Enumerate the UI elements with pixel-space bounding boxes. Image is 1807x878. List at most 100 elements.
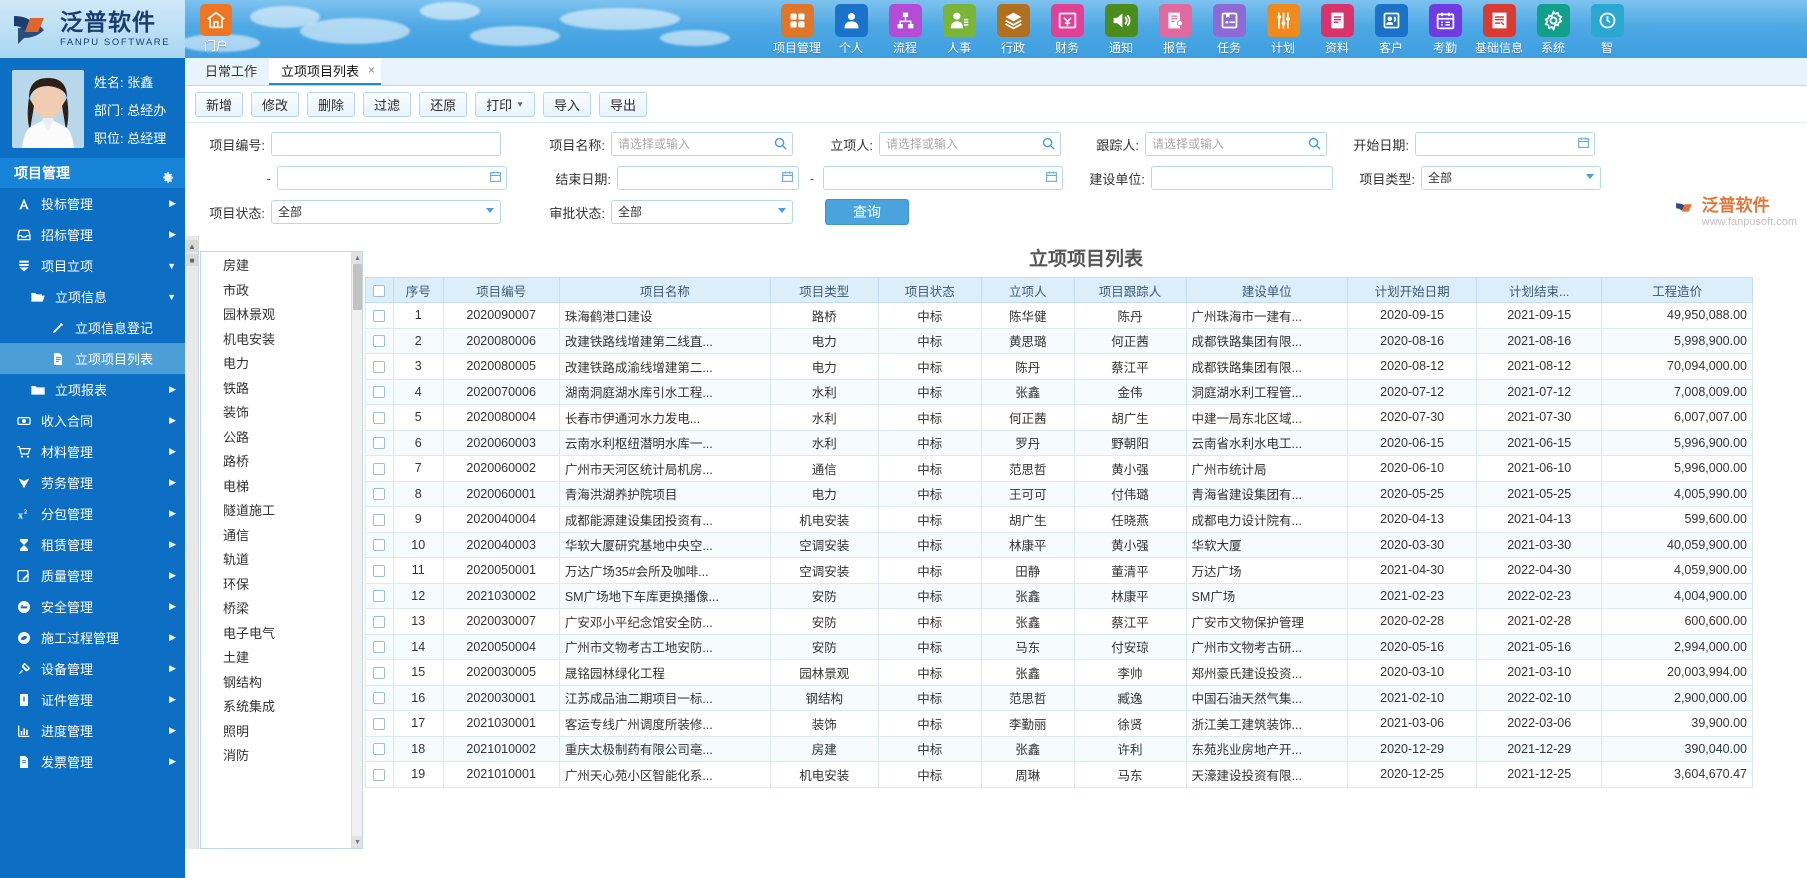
- build-unit-input[interactable]: [1151, 166, 1333, 190]
- filter-button[interactable]: 过滤: [363, 91, 412, 117]
- nav-item-个人[interactable]: 个人: [824, 2, 878, 56]
- tree-item-房建[interactable]: 房建: [201, 254, 362, 279]
- row-checkbox-cell[interactable]: [365, 710, 394, 737]
- nav-item-报告[interactable]: 报告: [1148, 2, 1202, 56]
- table-row[interactable]: 10 2020040003 华软大厦研究基地中央空... 空调安装 中标 林康平 黄小强 华软…: [365, 531, 1753, 558]
- row-checkbox[interactable]: [373, 437, 386, 450]
- cell-立项人[interactable]: 王可可: [980, 480, 1075, 507]
- cell-项目编号[interactable]: 2021030002: [442, 582, 560, 609]
- nav-item-客户[interactable]: 客户: [1364, 2, 1418, 56]
- sidebar-item-施工过程管理[interactable]: 施工过程管理 ▶: [0, 622, 185, 653]
- table-row[interactable]: 6 2020060003 云南水利枢纽潜明水库一... 水利 中标 罗丹 野朝阳 云南省水利水…: [365, 429, 1753, 456]
- cell-项目编号[interactable]: 2021010002: [442, 735, 560, 762]
- cell-立项人[interactable]: 田静: [980, 557, 1075, 584]
- cell-立项人[interactable]: 何正茜: [980, 404, 1075, 431]
- row-checkbox-cell[interactable]: [365, 404, 394, 431]
- avatar[interactable]: [12, 70, 84, 148]
- cell-项目跟踪人[interactable]: 蔡江平: [1073, 353, 1187, 380]
- column-header-项目类型[interactable]: 项目类型: [769, 277, 879, 303]
- tree-item-电力[interactable]: 电力: [201, 352, 362, 377]
- sidebar-item-证件管理[interactable]: 证件管理 ▶: [0, 684, 185, 715]
- row-checkbox-cell[interactable]: [365, 761, 394, 788]
- cell-项目跟踪人[interactable]: 野朝阳: [1073, 429, 1187, 456]
- column-header-计划结束...[interactable]: 计划结束...: [1476, 277, 1603, 303]
- table-row[interactable]: 19 2021010001 广州天心苑小区智能化系... 机电安装 中标 周琳 马东 天濠建设…: [365, 761, 1753, 788]
- end-date-input[interactable]: [617, 166, 799, 190]
- project-status-select[interactable]: 全部: [271, 200, 501, 224]
- nav-item-人事[interactable]: 人事: [932, 2, 986, 56]
- cell-项目名称[interactable]: 成都能源建设集团投资有...: [558, 506, 771, 533]
- cell-项目名称[interactable]: 晟铭园林绿化工程: [558, 659, 771, 686]
- cell-项目编号[interactable]: 2020030005: [442, 659, 560, 686]
- tree-item-土建[interactable]: 土建: [201, 646, 362, 671]
- table-row[interactable]: 16 2020030001 江苏成品油二期项目一标... 钢结构 中标 范思哲 臧逸 中国石油…: [365, 684, 1753, 711]
- cell-项目名称[interactable]: 重庆太极制药有限公司亳...: [558, 735, 771, 762]
- nav-item-基础信息[interactable]: 基础信息: [1472, 2, 1526, 56]
- column-header-项目跟踪人[interactable]: 项目跟踪人: [1073, 277, 1187, 303]
- sidebar-item-立项项目列表[interactable]: 立项项目列表: [0, 343, 185, 374]
- sidebar-item-劳务管理[interactable]: 劳务管理 ▶: [0, 467, 185, 498]
- tree-item-轨道[interactable]: 轨道: [201, 548, 362, 573]
- nav-item-考勤[interactable]: 考勤: [1418, 2, 1472, 56]
- cell-项目编号[interactable]: 2020040003: [442, 531, 560, 558]
- project-name-input[interactable]: [611, 132, 793, 156]
- row-checkbox[interactable]: [373, 488, 386, 501]
- row-checkbox-cell[interactable]: [365, 531, 394, 558]
- sidebar-item-进度管理[interactable]: 进度管理 ▶: [0, 715, 185, 746]
- cell-项目名称[interactable]: 华软大厦研究基地中央空...: [558, 531, 771, 558]
- cell-项目编号[interactable]: 2020060003: [442, 429, 560, 456]
- tracker-input[interactable]: [1145, 132, 1327, 156]
- cell-项目编号[interactable]: 2020030001: [442, 684, 560, 711]
- cell-立项人[interactable]: 张鑫: [980, 582, 1075, 609]
- cell-项目名称[interactable]: 广州天心苑小区智能化系...: [558, 761, 771, 788]
- cell-项目编号[interactable]: 2020040004: [442, 506, 560, 533]
- proposer-input[interactable]: [879, 132, 1061, 156]
- row-checkbox[interactable]: [373, 411, 386, 424]
- row-checkbox[interactable]: [373, 717, 386, 730]
- gutter-collapse-up[interactable]: ▲: [186, 240, 198, 252]
- tab-日常工作[interactable]: 日常工作: [193, 58, 269, 85]
- cell-立项人[interactable]: 张鑫: [980, 659, 1075, 686]
- cell-项目名称[interactable]: 珠海鹤港口建设: [558, 302, 771, 329]
- table-row[interactable]: 13 2020030007 广安邓小平纪念馆安全防... 安防 中标 张鑫 蔡江平 广安市文物…: [365, 608, 1753, 635]
- cell-项目跟踪人[interactable]: 董清平: [1073, 557, 1187, 584]
- column-header-工程造价[interactable]: 工程造价: [1601, 277, 1753, 303]
- column-header-项目编号[interactable]: 项目编号: [442, 277, 560, 303]
- cell-项目编号[interactable]: 2020060002: [442, 455, 560, 482]
- cell-项目编号[interactable]: 2021010001: [442, 761, 560, 788]
- cell-项目编号[interactable]: 2020090007: [442, 302, 560, 329]
- cell-立项人[interactable]: 张鑫: [980, 735, 1075, 762]
- select-all-header[interactable]: [365, 277, 394, 303]
- tree-item-隧道施工[interactable]: 隧道施工: [201, 499, 362, 524]
- tree-item-桥梁[interactable]: 桥梁: [201, 597, 362, 622]
- cell-立项人[interactable]: 张鑫: [980, 378, 1075, 405]
- cell-立项人[interactable]: 陈丹: [980, 353, 1075, 380]
- table-row[interactable]: 4 2020070006 湖南洞庭湖水库引水工程... 水利 中标 张鑫 金伟 洞庭湖水利工程…: [365, 378, 1753, 405]
- tree-item-公路[interactable]: 公路: [201, 426, 362, 451]
- table-row[interactable]: 18 2021010002 重庆太极制药有限公司亳... 房建 中标 张鑫 许利 东苑兆业房地…: [365, 735, 1753, 762]
- row-checkbox[interactable]: [373, 768, 386, 781]
- nav-item-计划[interactable]: 计划: [1256, 2, 1310, 56]
- gutter-collapse-down[interactable]: ■: [186, 254, 198, 266]
- tree-item-电子电气[interactable]: 电子电气: [201, 622, 362, 647]
- cell-项目跟踪人[interactable]: 黄小强: [1073, 455, 1187, 482]
- tree-item-装饰[interactable]: 装饰: [201, 401, 362, 426]
- row-checkbox-cell[interactable]: [365, 455, 394, 482]
- close-icon[interactable]: ×: [368, 57, 375, 84]
- table-row[interactable]: 14 2020050004 广州市文物考古工地安防... 安防 中标 马东 付安琼 广州市文物…: [365, 633, 1753, 660]
- sidebar-item-立项报表[interactable]: 立项报表 ▶: [0, 374, 185, 405]
- sidebar-item-投标管理[interactable]: 投标管理 ▶: [0, 188, 185, 219]
- cell-项目跟踪人[interactable]: 林康平: [1073, 582, 1187, 609]
- table-row[interactable]: 2 2020080006 改建铁路线增建第二线直... 电力 中标 黄思璐 何正茜 成都铁路集…: [365, 327, 1753, 354]
- sidebar-item-设备管理[interactable]: 设备管理 ▶: [0, 653, 185, 684]
- cell-立项人[interactable]: 张鑫: [980, 608, 1075, 635]
- row-checkbox-cell[interactable]: [365, 608, 394, 635]
- column-header-序号[interactable]: 序号: [392, 277, 444, 303]
- tree-item-园林景观[interactable]: 园林景观: [201, 303, 362, 328]
- cell-立项人[interactable]: 黄思璐: [980, 327, 1075, 354]
- brand-logo[interactable]: 泛普软件 FANPU SOFTWARE: [0, 0, 185, 58]
- tab-立项项目列表[interactable]: 立项项目列表 ×: [269, 57, 382, 85]
- row-checkbox-cell[interactable]: [365, 684, 394, 711]
- cell-项目跟踪人[interactable]: 臧逸: [1073, 684, 1187, 711]
- row-checkbox[interactable]: [373, 564, 386, 577]
